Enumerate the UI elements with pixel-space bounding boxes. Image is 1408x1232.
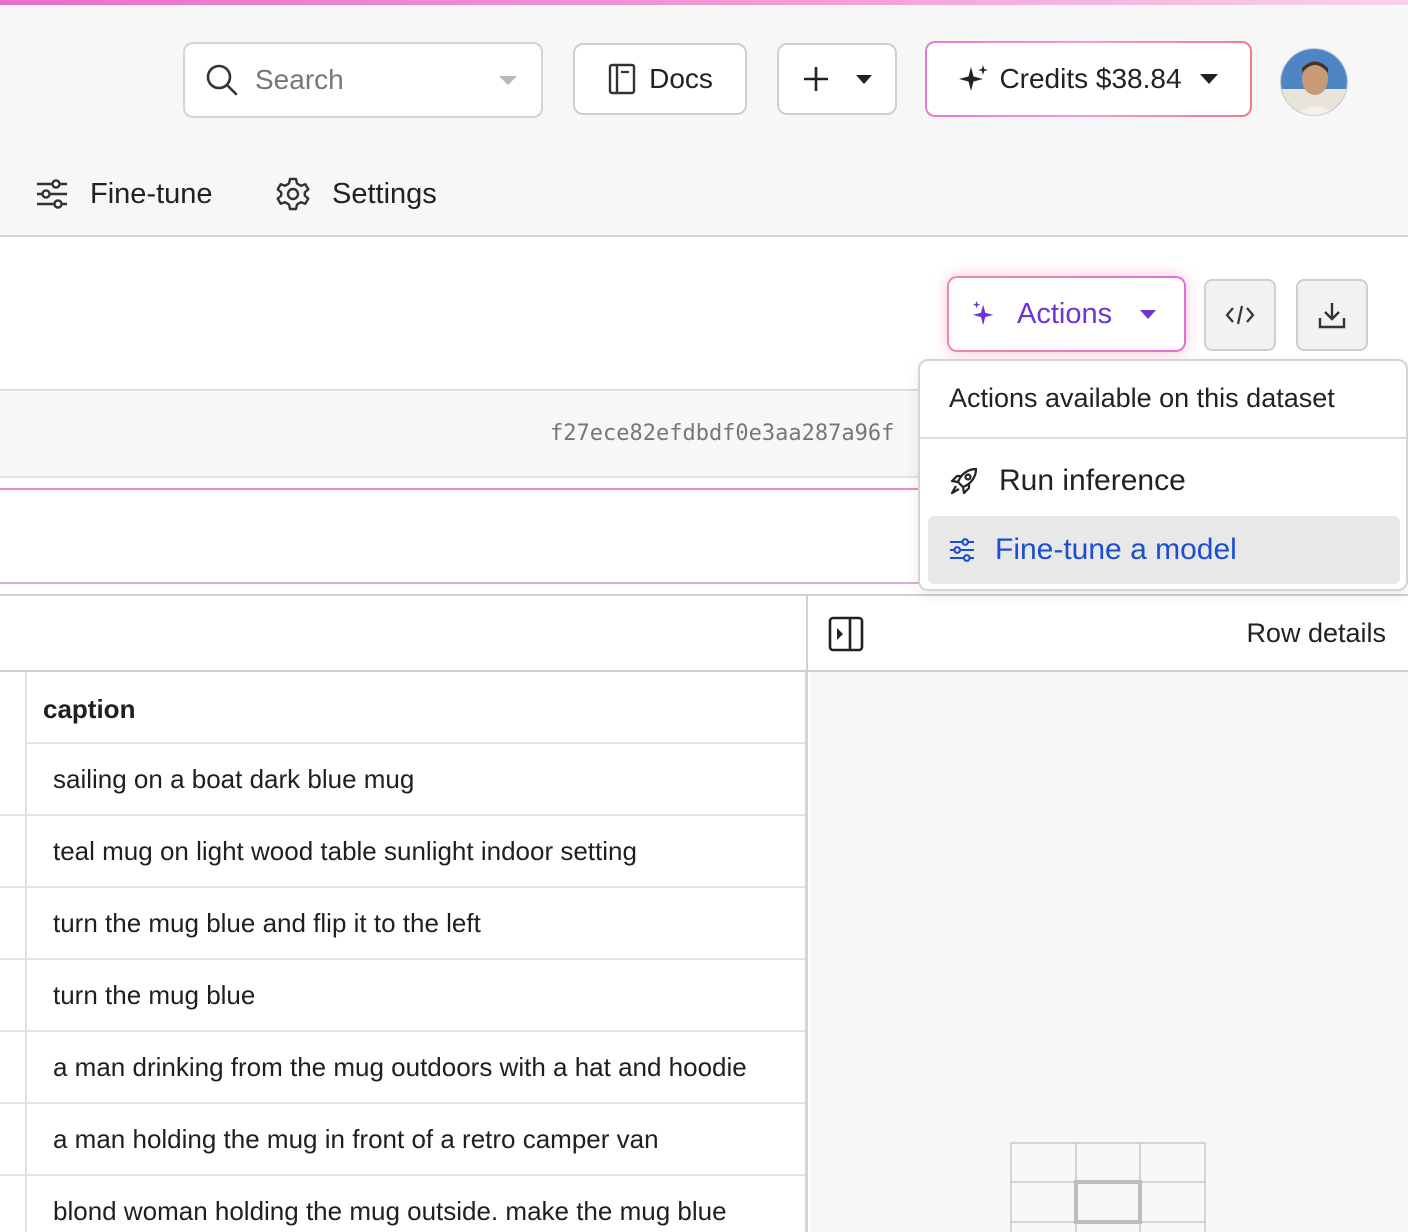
docs-label: Docs: [649, 63, 713, 94]
actions-button[interactable]: Actions: [947, 276, 1186, 352]
data-table: caption sailing on a boat dark blue mug …: [0, 672, 808, 1232]
nav-label: Fine-tune: [90, 177, 213, 210]
chevron-down-icon: [1199, 74, 1218, 84]
table-toolbar: [0, 594, 808, 672]
column-header-caption[interactable]: caption: [27, 672, 805, 744]
chevron-down-icon: [856, 74, 872, 84]
download-button[interactable]: [1296, 279, 1368, 351]
credits-label: Credits $38.84: [999, 63, 1182, 94]
nav-item-settings[interactable]: Settings: [276, 172, 437, 216]
avatar[interactable]: [1280, 48, 1348, 116]
table-row[interactable]: a man holding the mug in front of a retr…: [0, 1104, 805, 1176]
nav-label: Settings: [332, 177, 437, 210]
menu-header: Actions available on this dataset: [920, 361, 1406, 439]
caption-cell: sailing on a boat dark blue mug: [53, 763, 415, 794]
caption-cell: turn the mug blue and flip it to the lef…: [53, 907, 481, 938]
book-icon: [608, 63, 636, 95]
table-body: sailing on a boat dark blue mug teal mug…: [0, 744, 805, 1232]
row-details-header: Row details: [806, 594, 1408, 672]
table-row[interactable]: blond woman holding the mug outside. mak…: [0, 1176, 805, 1232]
caption-cell: a man drinking from the mug outdoors wit…: [53, 1051, 747, 1082]
menu-item-fine-tune-model[interactable]: Fine-tune a model: [928, 516, 1400, 584]
caption-cell: teal mug on light wood table sunlight in…: [53, 835, 637, 866]
menu-item-run-inference[interactable]: Run inference: [928, 447, 1400, 515]
search-input[interactable]: Search: [183, 42, 543, 118]
plus-icon: [804, 67, 828, 91]
sliders-icon: [37, 179, 67, 209]
caption-cell: turn the mug blue: [53, 979, 256, 1010]
menu-item-label: Fine-tune a model: [995, 533, 1237, 566]
dataset-hash: f27ece82efdbdf0e3aa287a96f: [550, 421, 895, 446]
user-avatar-image: [1281, 49, 1347, 115]
nav-item-fine-tune[interactable]: Fine-tune: [36, 172, 213, 216]
sliders-icon: [950, 538, 974, 562]
table-row[interactable]: turn the mug blue and flip it to the lef…: [0, 888, 805, 960]
table-row[interactable]: turn the mug blue: [0, 960, 805, 1032]
rocket-icon: [950, 467, 978, 495]
caption-cell: a man holding the mug in front of a retr…: [53, 1123, 659, 1154]
credits-button[interactable]: Credits $38.84: [925, 41, 1252, 117]
table-row[interactable]: sailing on a boat dark blue mug: [0, 744, 805, 816]
docs-button[interactable]: Docs: [573, 43, 747, 115]
chevron-down-icon: [1140, 309, 1156, 319]
code-icon: [1225, 305, 1255, 325]
table-row[interactable]: a man drinking from the mug outdoors wit…: [0, 1032, 805, 1104]
chevron-down-icon: [499, 75, 517, 85]
actions-label: Actions: [1017, 297, 1113, 330]
search-icon: [206, 64, 238, 96]
search-placeholder: Search: [255, 64, 344, 95]
menu-item-label: Run inference: [999, 464, 1186, 497]
row-details-label: Row details: [1246, 618, 1386, 648]
code-snippet-button[interactable]: [1204, 279, 1276, 351]
table-row[interactable]: teal mug on light wood table sunlight in…: [0, 816, 805, 888]
gear-icon: [276, 177, 310, 211]
actions-dropdown-menu: Actions available on this dataset Run in…: [918, 359, 1408, 591]
create-new-button[interactable]: [777, 43, 897, 115]
download-icon: [1318, 303, 1346, 329]
empty-state-grid-icon: [1010, 1142, 1206, 1232]
sparkles-icon: [972, 300, 994, 326]
caption-cell: blond woman holding the mug outside. mak…: [53, 1195, 727, 1226]
sparkles-icon: [959, 65, 989, 91]
panel-toggle-icon[interactable]: [828, 616, 864, 657]
